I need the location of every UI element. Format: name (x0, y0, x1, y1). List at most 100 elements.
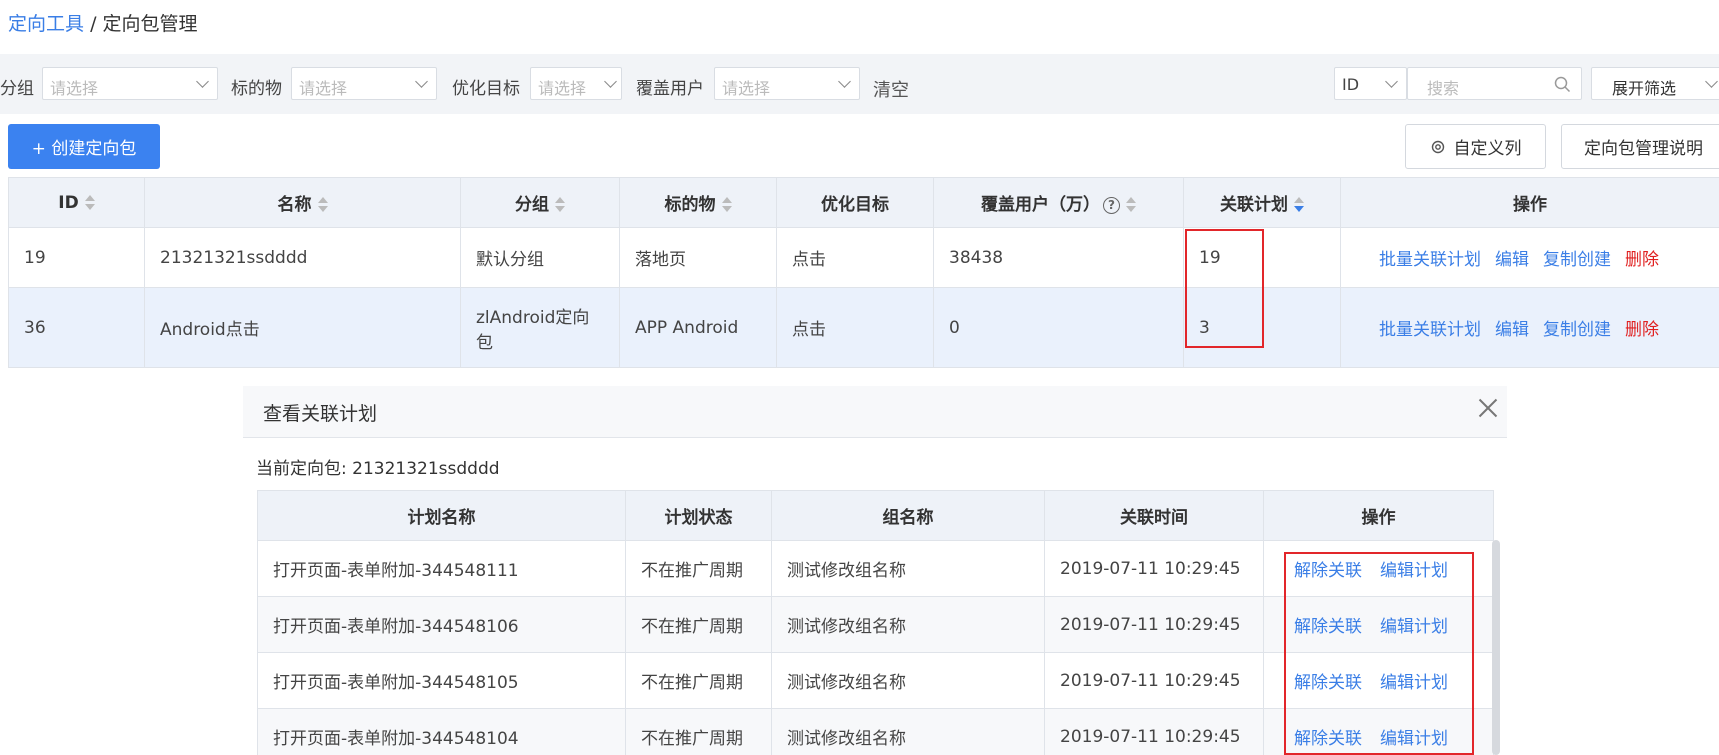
column-header-id[interactable]: ID (8, 177, 145, 228)
copy-create-button[interactable]: 复制创建 (1543, 320, 1611, 340)
plan-status: 不在推广周期 (625, 596, 772, 653)
cover-filter-label: 覆盖用户 (636, 79, 704, 99)
breadcrumb-separator: / (90, 13, 97, 35)
plan-name: 打开页面-表单附加-344548105 (257, 652, 626, 709)
edit-button[interactable]: 编辑 (1495, 320, 1529, 340)
chevron-down-icon (196, 75, 209, 88)
edit-button[interactable]: 编辑 (1495, 250, 1529, 270)
sort-icon[interactable] (1126, 197, 1136, 213)
breadcrumb-root-link[interactable]: 定向工具 (8, 13, 84, 35)
chevron-down-icon (604, 75, 617, 88)
table-row: 36 Android点击 zlAndroid定向包 APP Android 点击… (8, 287, 1719, 368)
plan-name: 打开页面-表单附加-344548104 (257, 708, 626, 755)
sort-icon[interactable] (317, 197, 328, 213)
chevron-down-icon (1705, 75, 1718, 88)
plan-group: 测试修改组名称 (771, 652, 1045, 709)
table-header-row: 计划名称 计划状态 组名称 关联时间 操作 (257, 490, 1494, 541)
cover-select-placeholder: 请选择 (722, 79, 771, 98)
plan-time: 2019-07-11 10:29:45 (1044, 708, 1264, 755)
create-package-button[interactable]: + 创建定向包 (8, 124, 160, 169)
table-header-row: ID 名称 分组 标的物 优化目标 覆盖用户（万）? 关联计划 操作 (8, 177, 1719, 228)
plan-status: 不在推广周期 (625, 652, 772, 709)
package-table: ID 名称 分组 标的物 优化目标 覆盖用户（万）? 关联计划 操作 19 21… (8, 177, 1719, 368)
row-goal: 点击 (776, 287, 934, 368)
breadcrumb-current: 定向包管理 (102, 13, 198, 35)
chevron-down-icon (838, 75, 851, 88)
chevron-down-icon (415, 75, 428, 88)
plan-status: 不在推广周期 (625, 708, 772, 755)
column-header-name[interactable]: 名称 (144, 177, 461, 228)
plan-time: 2019-07-11 10:29:45 (1044, 596, 1264, 653)
row-group: zlAndroid定向包 (460, 287, 620, 368)
expand-filter-button[interactable]: 展开筛选 (1591, 67, 1719, 100)
goal-select[interactable]: 请选择 (530, 67, 622, 100)
chevron-down-icon (1385, 75, 1398, 88)
modal-title: 查看关联计划 (263, 403, 378, 425)
sort-icon[interactable] (1294, 197, 1304, 213)
search-icon[interactable] (1554, 76, 1571, 93)
current-package-label: 当前定向包: 21321321ssdddd (256, 459, 500, 479)
column-header-group[interactable]: 分组 (460, 177, 620, 228)
search-field-select[interactable]: ID (1334, 67, 1407, 100)
column-header-cover[interactable]: 覆盖用户（万）? (933, 177, 1184, 228)
column-header-plan-status: 计划状态 (625, 490, 772, 541)
column-header-target[interactable]: 标的物 (619, 177, 777, 228)
column-header-link-time: 关联时间 (1044, 490, 1264, 541)
gear-icon (1431, 140, 1444, 153)
plan-time: 2019-07-11 10:29:45 (1044, 652, 1264, 709)
plan-name: 打开页面-表单附加-344548106 (257, 596, 626, 653)
custom-columns-button[interactable]: 自定义列 (1405, 124, 1546, 169)
row-name-link[interactable]: 21321321ssdddd (144, 227, 461, 288)
plan-status: 不在推广周期 (625, 540, 772, 597)
column-header-goal: 优化目标 (776, 177, 934, 228)
column-header-group-name: 组名称 (771, 490, 1045, 541)
row-name-link[interactable]: Android点击 (144, 287, 461, 368)
sort-icon[interactable] (721, 197, 732, 213)
column-header-plan-name: 计划名称 (257, 490, 626, 541)
modal-header (243, 386, 1507, 438)
modal-scrollbar[interactable] (1492, 540, 1500, 755)
row-actions: 批量关联计划 编辑 复制创建 删除 (1340, 227, 1719, 288)
target-select[interactable]: 请选择 (291, 67, 437, 100)
breadcrumb: 定向工具 / 定向包管理 (8, 9, 198, 36)
sort-icon[interactable] (555, 197, 565, 213)
row-id[interactable]: 19 (8, 227, 145, 288)
target-filter-label: 标的物 (231, 79, 282, 99)
batch-link-button[interactable]: 批量关联计划 (1379, 320, 1481, 340)
row-cover: 0 (933, 287, 1184, 368)
group-filter-label: 分组 (0, 79, 34, 99)
plan-group: 测试修改组名称 (771, 708, 1045, 755)
plan-name: 打开页面-表单附加-344548111 (257, 540, 626, 597)
package-help-button[interactable]: 定向包管理说明 (1561, 124, 1719, 169)
filter-bar: 分组 请选择 标的物 请选择 优化目标 请选择 覆盖用户 请选择 清空 ID 搜… (0, 54, 1719, 114)
copy-create-button[interactable]: 复制创建 (1543, 250, 1611, 270)
search-field-value: ID (1342, 75, 1360, 94)
actions-highlight-box (1284, 552, 1474, 755)
plan-time: 2019-07-11 10:29:45 (1044, 540, 1264, 597)
row-target: APP Android (619, 287, 777, 368)
row-cover: 38438 (933, 227, 1184, 288)
sort-icon[interactable] (84, 194, 95, 211)
goal-select-placeholder: 请选择 (538, 79, 587, 98)
search-placeholder: 搜索 (1427, 79, 1460, 98)
batch-link-button[interactable]: 批量关联计划 (1379, 250, 1481, 270)
column-header-plans[interactable]: 关联计划 (1183, 177, 1341, 228)
group-select-placeholder: 请选择 (50, 79, 99, 98)
plans-highlight-box (1185, 229, 1264, 348)
row-target: 落地页 (619, 227, 777, 288)
row-group: 默认分组 (460, 227, 620, 288)
delete-button[interactable]: 删除 (1625, 250, 1659, 270)
target-select-placeholder: 请选择 (299, 79, 348, 98)
group-select[interactable]: 请选择 (42, 67, 218, 100)
search-input[interactable]: 搜索 (1407, 67, 1582, 100)
delete-button[interactable]: 删除 (1625, 320, 1659, 340)
custom-columns-label: 自定义列 (1453, 139, 1522, 159)
help-icon[interactable]: ? (1103, 196, 1120, 214)
plan-group: 测试修改组名称 (771, 540, 1045, 597)
row-goal: 点击 (776, 227, 934, 288)
row-id[interactable]: 36 (8, 287, 145, 368)
cover-select[interactable]: 请选择 (714, 67, 860, 100)
column-header-ops: 操作 (1340, 177, 1719, 228)
close-icon[interactable] (1476, 396, 1500, 420)
clear-filters-link[interactable]: 清空 (873, 76, 909, 102)
